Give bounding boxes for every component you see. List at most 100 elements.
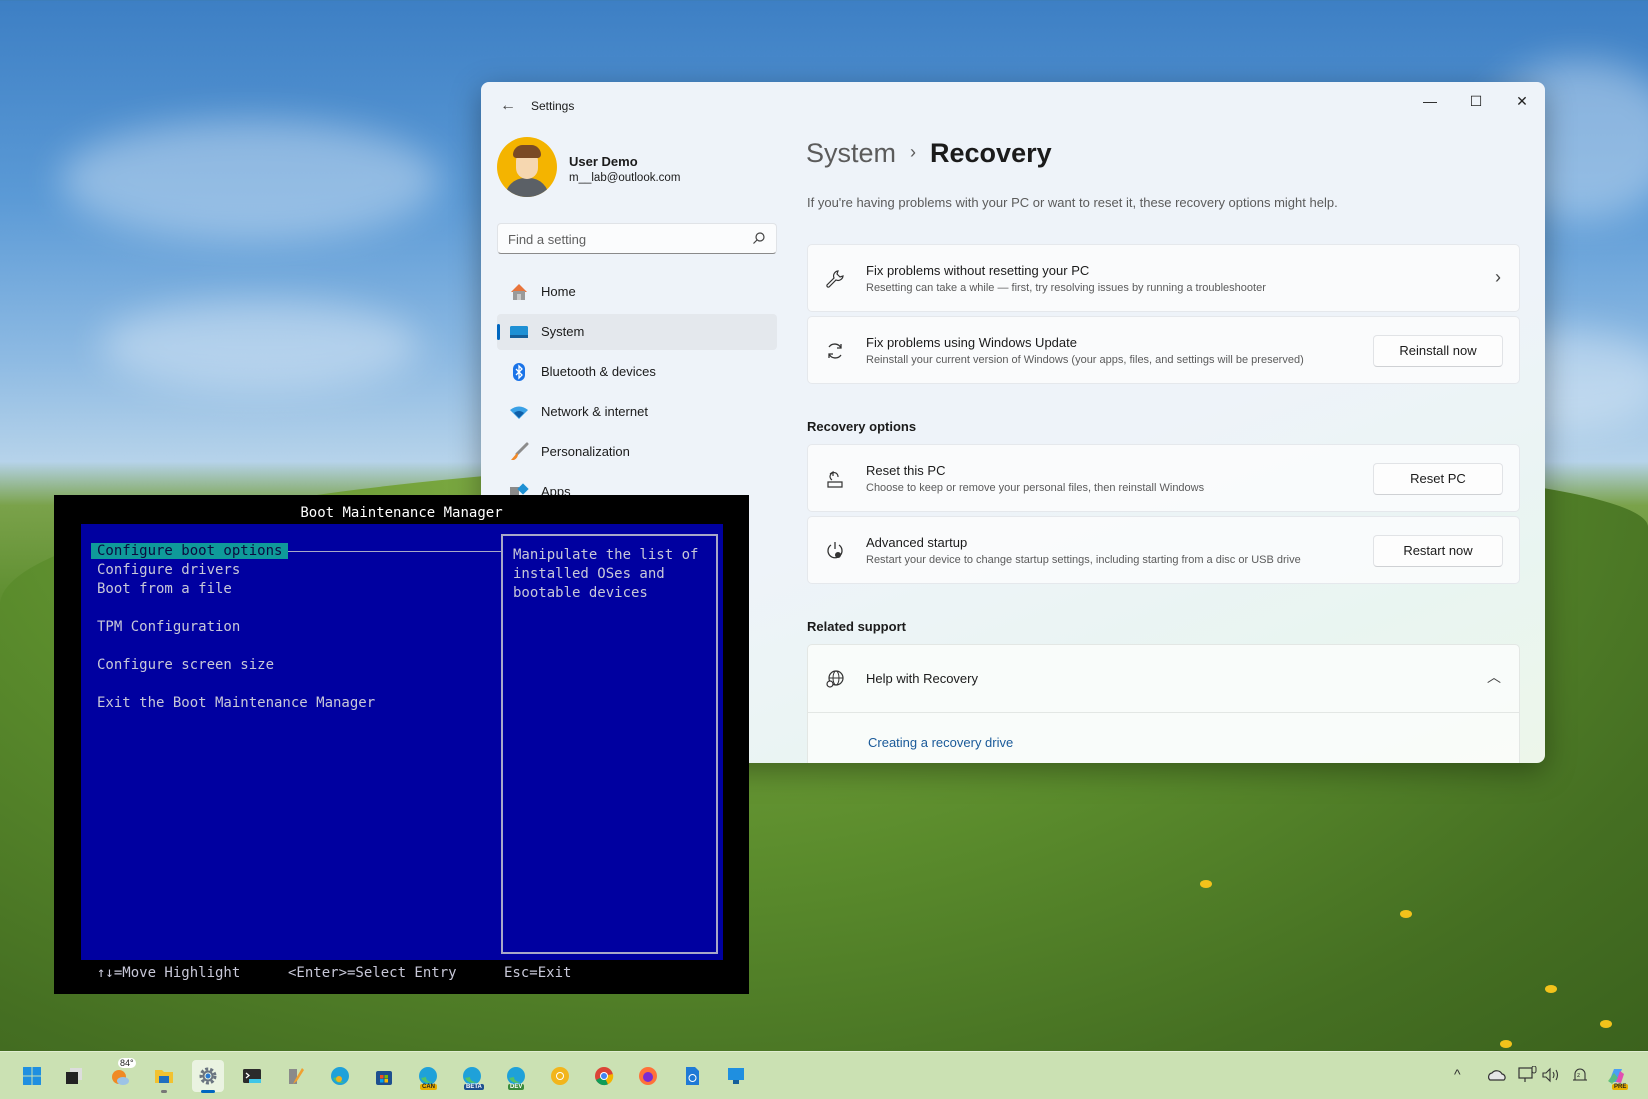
network-icon[interactable] xyxy=(1518,1066,1538,1084)
back-button[interactable]: ← xyxy=(495,94,521,118)
taskbar-dev-tools[interactable] xyxy=(280,1060,312,1092)
boot-menu-item-configure-screen-size[interactable]: Configure screen size xyxy=(97,657,274,673)
remote-desktop-icon xyxy=(728,1068,744,1084)
wrench-icon xyxy=(826,270,844,288)
boot-menu-item-boot-from-file[interactable]: Boot from a file xyxy=(97,581,232,597)
close-button[interactable]: ✕ xyxy=(1499,86,1545,116)
taskbar-edge-beta[interactable]: BETA xyxy=(456,1060,488,1092)
taskbar-weather[interactable]: 84° xyxy=(104,1058,136,1092)
taskbar-task-view[interactable] xyxy=(58,1060,90,1092)
card-title: Fix problems using Windows Update xyxy=(866,335,1077,350)
terminal-icon xyxy=(243,1069,261,1083)
help-with-recovery-panel: Help with Recovery ︿ Creating a recovery… xyxy=(807,644,1520,763)
search-icon[interactable] xyxy=(752,231,766,245)
back-arrow-icon: ← xyxy=(500,97,516,114)
boot-menu-item-configure-boot-options[interactable]: Configure boot options xyxy=(91,543,289,559)
sidebar-item-label: Home xyxy=(541,284,576,299)
taskbar-edge[interactable] xyxy=(324,1060,356,1092)
maximize-button[interactable]: ☐ xyxy=(1453,86,1499,116)
edge-icon xyxy=(331,1067,349,1085)
show-hidden-icons-button[interactable]: ^ xyxy=(1454,1066,1461,1082)
globe-search-icon xyxy=(826,670,844,688)
taskbar-chrome[interactable] xyxy=(588,1060,620,1092)
advanced-startup-card: Advanced startup Restart your device to … xyxy=(807,516,1520,584)
advanced-startup-icon xyxy=(827,542,843,559)
reinstall-now-button[interactable]: Reinstall now xyxy=(1373,335,1503,367)
folder-icon xyxy=(155,1070,173,1083)
taskbar-start[interactable] xyxy=(16,1060,48,1092)
app-title: Settings xyxy=(531,99,575,113)
onedrive-icon[interactable] xyxy=(1487,1068,1507,1082)
tools-icon xyxy=(289,1068,304,1084)
close-icon: ✕ xyxy=(1516,93,1528,109)
card-subtitle: Reinstall your current version of Window… xyxy=(866,354,1304,366)
fix-problems-troubleshoot-card[interactable]: Fix problems without resetting your PC R… xyxy=(807,244,1520,312)
chrome-icon xyxy=(595,1067,614,1086)
help-line: installed OSes and xyxy=(513,566,665,582)
creating-recovery-drive-link[interactable]: Creating a recovery drive xyxy=(868,735,1013,750)
taskbar: 84° CAN BETA DEV ^ z PRE xyxy=(0,1051,1648,1099)
edge-beta-icon xyxy=(463,1067,481,1085)
taskbar-terminal[interactable] xyxy=(236,1060,268,1092)
canary-badge: CAN xyxy=(420,1084,437,1090)
minimize-button[interactable]: — xyxy=(1407,86,1453,116)
boot-menu-item-tpm-configuration[interactable]: TPM Configuration xyxy=(97,619,240,635)
bluetooth-icon xyxy=(513,363,525,381)
system-icon xyxy=(510,326,528,338)
card-subtitle: Resetting can take a while — first, try … xyxy=(866,282,1266,294)
breadcrumb-parent[interactable]: System xyxy=(806,138,896,168)
copilot-button[interactable]: PRE xyxy=(1600,1060,1632,1092)
sidebar-item-network[interactable]: Network & internet xyxy=(497,394,777,430)
search-input[interactable] xyxy=(508,229,738,249)
user-profile[interactable]: User Demo m__lab@outlook.com xyxy=(497,137,757,199)
taskbar-remote-desktop[interactable] xyxy=(720,1060,752,1092)
avatar xyxy=(497,137,557,197)
taskbar-chrome-canary[interactable] xyxy=(544,1060,576,1092)
chevron-right-icon: › xyxy=(1495,267,1501,287)
page-title: Recovery xyxy=(930,138,1052,168)
user-email: m__lab@outlook.com xyxy=(569,172,681,184)
highlight-connector-line xyxy=(281,551,501,552)
boot-menu-item-configure-drivers[interactable]: Configure drivers xyxy=(97,562,240,578)
svg-text:z: z xyxy=(1577,1072,1580,1079)
boot-maintenance-manager-window: Boot Maintenance Manager Configure boot … xyxy=(54,495,749,994)
page-description: If you're having problems with your PC o… xyxy=(807,195,1338,210)
help-with-recovery-header[interactable]: Help with Recovery ︿ xyxy=(808,645,1519,713)
sidebar-item-system[interactable]: System xyxy=(497,314,777,350)
running-indicator xyxy=(161,1090,167,1093)
copilot-preview-badge: PRE xyxy=(1612,1084,1629,1090)
restart-now-button[interactable]: Restart now xyxy=(1373,535,1503,567)
chevron-up-icon[interactable]: ︿ xyxy=(1487,667,1501,687)
card-subtitle: Choose to keep or remove your personal f… xyxy=(866,482,1205,494)
taskbar-store[interactable] xyxy=(368,1060,400,1092)
sidebar-item-label: Bluetooth & devices xyxy=(541,364,656,379)
weather-temperature: 84° xyxy=(118,1058,136,1068)
sidebar-item-label: Network & internet xyxy=(541,404,648,419)
boot-help-panel: Manipulate the list of installed OSes an… xyxy=(501,534,718,954)
sidebar-item-personalization[interactable]: Personalization xyxy=(497,434,777,470)
boot-footer-move: ↑↓=Move Highlight xyxy=(97,965,241,981)
taskbar-settings[interactable] xyxy=(192,1060,224,1093)
taskbar-edge-canary[interactable]: CAN xyxy=(412,1060,444,1092)
sidebar-nav: Home System Bluetooth & devices Network … xyxy=(497,274,777,514)
taskbar-file-explorer[interactable] xyxy=(148,1060,180,1093)
title-bar: ← Settings — ☐ ✕ xyxy=(481,82,1545,130)
volume-icon[interactable] xyxy=(1541,1067,1561,1083)
minimize-icon: — xyxy=(1423,93,1437,109)
reset-pc-button[interactable]: Reset PC xyxy=(1373,463,1503,495)
sidebar-item-home[interactable]: Home xyxy=(497,274,777,310)
sync-icon xyxy=(828,343,842,359)
user-name: User Demo xyxy=(569,154,638,169)
notifications-do-not-disturb-icon[interactable]: z xyxy=(1571,1066,1589,1084)
taskbar-firefox[interactable] xyxy=(632,1060,664,1092)
dev-badge: DEV xyxy=(508,1084,525,1090)
sidebar-item-label: Personalization xyxy=(541,444,630,459)
firefox-icon xyxy=(639,1067,657,1085)
taskbar-edge-dev[interactable]: DEV xyxy=(500,1060,532,1092)
home-icon xyxy=(511,284,527,300)
card-subtitle: Restart your device to change startup se… xyxy=(866,554,1301,566)
sidebar-item-bluetooth[interactable]: Bluetooth & devices xyxy=(497,354,777,390)
reset-pc-card: Reset this PC Choose to keep or remove y… xyxy=(807,444,1520,512)
boot-menu-item-exit[interactable]: Exit the Boot Maintenance Manager xyxy=(97,695,375,711)
taskbar-web-file[interactable] xyxy=(676,1060,708,1092)
